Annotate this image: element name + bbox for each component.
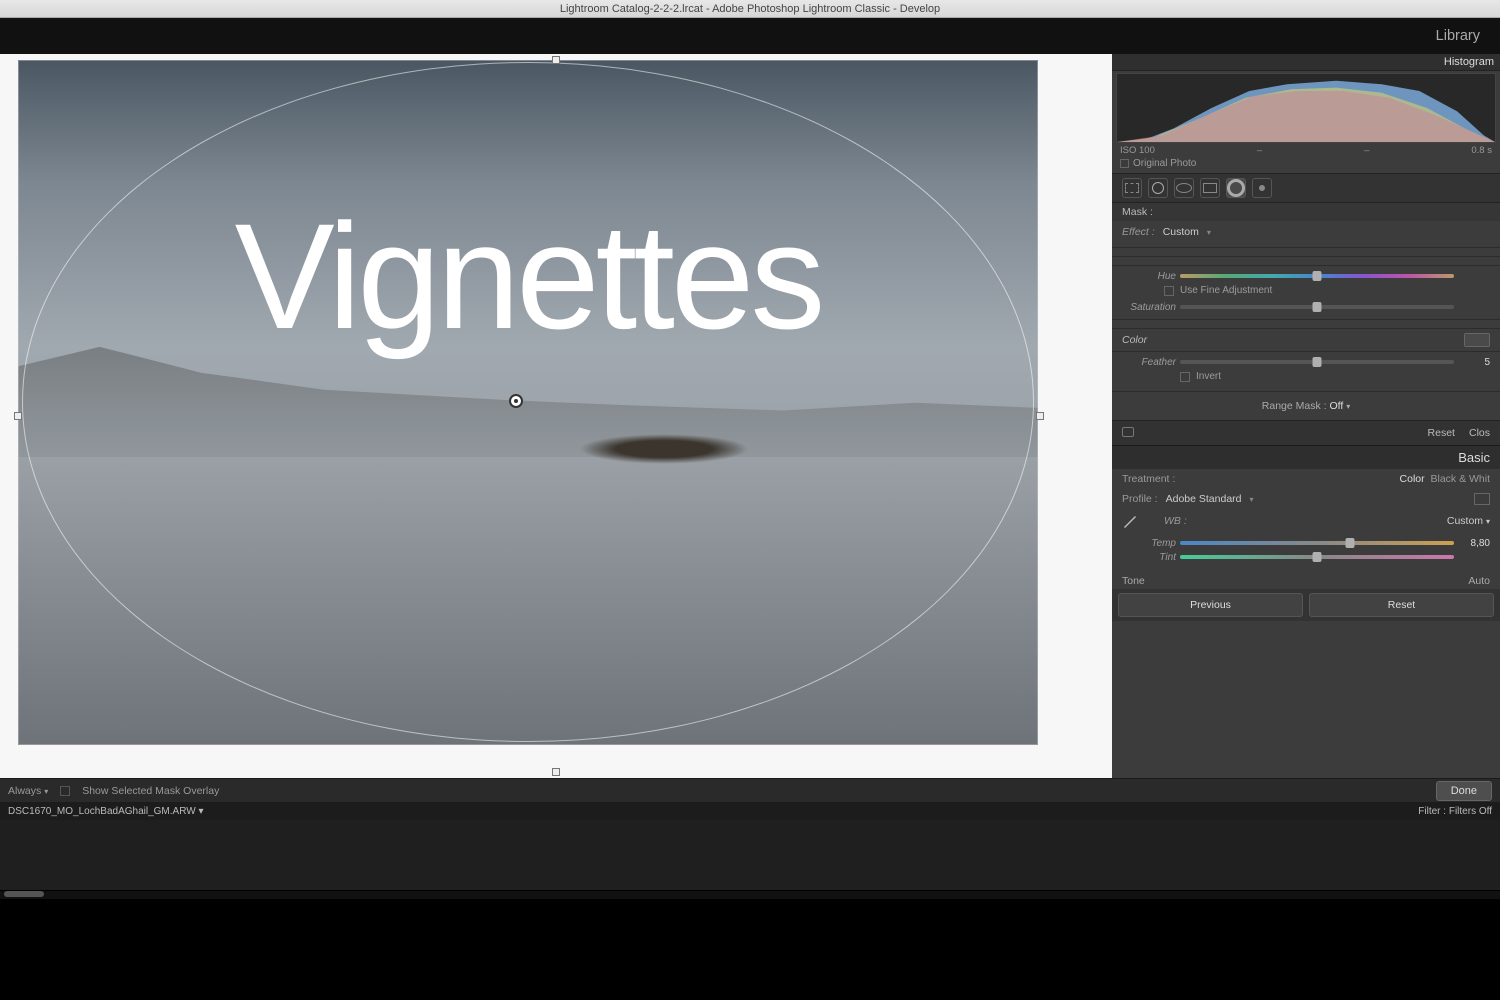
photo-preview: Vignettes xyxy=(18,60,1038,745)
fine-adjustment-checkbox[interactable]: Use Fine Adjustment xyxy=(1122,283,1490,300)
graduated-tool-icon[interactable] xyxy=(1200,178,1220,198)
local-adjustment-toolstrip xyxy=(1112,173,1500,203)
handle-right[interactable] xyxy=(1036,412,1044,420)
treatment-row: Treatment : Color Black & Whit xyxy=(1112,469,1500,489)
saturation-slider[interactable]: Saturation xyxy=(1122,300,1490,314)
original-photo-toggle[interactable]: Original Photo xyxy=(1112,156,1500,173)
histogram[interactable] xyxy=(1116,73,1496,143)
filter-label: Filter : xyxy=(1418,806,1446,817)
eyedropper-icon[interactable] xyxy=(1122,513,1138,529)
chevron-down-icon[interactable]: ▾ xyxy=(1346,402,1350,411)
filmstrip-scrollbar[interactable] xyxy=(0,891,1500,899)
reset-link[interactable]: Reset xyxy=(1428,427,1455,439)
close-link[interactable]: Clos xyxy=(1469,427,1490,439)
redeye-tool-icon[interactable] xyxy=(1174,178,1194,198)
previous-reset-row: Previous Reset xyxy=(1112,589,1500,621)
basic-temp-slider[interactable]: Temp 8,80 xyxy=(1122,536,1490,550)
tone-row: Tone Auto xyxy=(1112,569,1500,589)
profile-row[interactable]: Profile : Adobe Standard ▾ xyxy=(1112,489,1500,509)
histogram-info: ISO 100––0.8 s xyxy=(1112,143,1500,156)
hue-slider[interactable]: Hue xyxy=(1122,269,1490,283)
effect-row[interactable]: Effect : Custom ▾ xyxy=(1122,224,1490,242)
overlay-mode-dropdown[interactable]: Always ▾ xyxy=(8,785,48,797)
handle-top[interactable] xyxy=(552,56,560,64)
color-swatch[interactable] xyxy=(1464,333,1490,347)
overlay-text: Vignettes xyxy=(235,190,822,363)
loupe-view[interactable]: Vignettes xyxy=(0,54,1112,778)
radial-center-pin[interactable] xyxy=(509,394,523,408)
previous-button[interactable]: Previous xyxy=(1118,593,1303,617)
filmstrip[interactable] xyxy=(0,820,1500,890)
current-filename: DSC1670_MO_LochBadAGhail_GM.ARW ▾ xyxy=(8,806,204,817)
wb-row: WB : Custom ▾ xyxy=(1112,509,1500,533)
mask-mode-row: Mask : xyxy=(1112,203,1500,221)
feather-slider[interactable]: Feather 5 xyxy=(1122,355,1490,369)
window-title: Lightroom Catalog-2-2-2.lrcat - Adobe Ph… xyxy=(0,0,1500,18)
basic-panel-header[interactable]: Basic xyxy=(1112,445,1500,469)
show-overlay-label: Show Selected Mask Overlay xyxy=(82,785,219,797)
crop-tool-icon[interactable] xyxy=(1122,178,1142,198)
handle-left[interactable] xyxy=(14,412,22,420)
loupe-toolbar: Always ▾ Show Selected Mask Overlay Done xyxy=(0,778,1500,802)
treatment-bw[interactable]: Black & Whit xyxy=(1430,473,1490,485)
chevron-down-icon[interactable]: ▾ xyxy=(1250,495,1254,504)
filter-dropdown[interactable]: Filters Off xyxy=(1449,806,1492,817)
color-swatch-row[interactable]: Color xyxy=(1112,328,1500,351)
filmstrip-header: DSC1670_MO_LochBadAGhail_GM.ARW ▾ Filter… xyxy=(0,802,1500,820)
done-button[interactable]: Done xyxy=(1436,781,1492,801)
chevron-down-icon[interactable]: ▾ xyxy=(1486,517,1490,526)
develop-right-panel: Histogram ISO 100––0.8 s Original Photo … xyxy=(1112,54,1500,778)
radial-tool-icon[interactable] xyxy=(1226,178,1246,198)
range-mask-row[interactable]: Range Mask : Off ▾ xyxy=(1112,391,1500,420)
treatment-color[interactable]: Color xyxy=(1400,473,1425,485)
reset-button[interactable]: Reset xyxy=(1309,593,1494,617)
chevron-down-icon[interactable]: ▾ xyxy=(1207,228,1211,237)
mask-label: Mask : xyxy=(1122,206,1153,218)
show-overlay-checkbox[interactable] xyxy=(60,786,70,796)
histogram-header[interactable]: Histogram xyxy=(1112,54,1500,71)
switch-icon[interactable] xyxy=(1122,427,1134,437)
handle-bottom[interactable] xyxy=(552,768,560,776)
basic-tint-slider[interactable]: Tint xyxy=(1122,550,1490,564)
profile-browser-icon[interactable] xyxy=(1474,493,1490,505)
brush-tool-icon[interactable] xyxy=(1252,178,1272,198)
module-tab-library[interactable]: Library xyxy=(1428,28,1488,44)
mask-reset-row: Reset Clos xyxy=(1112,420,1500,445)
invert-checkbox[interactable]: Invert xyxy=(1122,369,1490,386)
module-picker: Library xyxy=(0,18,1500,54)
spot-tool-icon[interactable] xyxy=(1148,178,1168,198)
auto-tone-button[interactable]: Auto xyxy=(1468,575,1490,587)
